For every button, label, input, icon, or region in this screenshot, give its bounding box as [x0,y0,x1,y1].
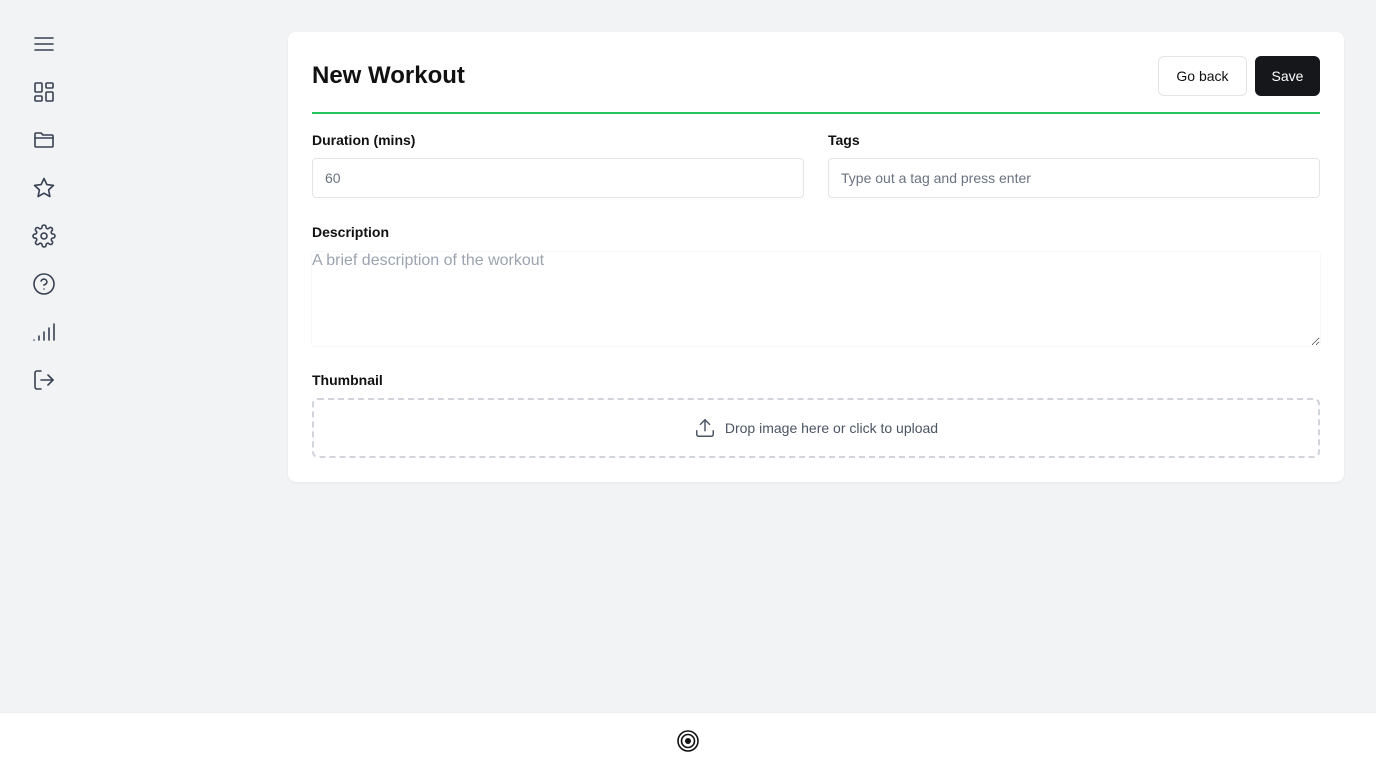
settings-icon[interactable] [32,224,56,248]
header-divider [312,112,1320,114]
help-icon[interactable] [32,272,56,296]
description-label: Description [312,224,390,240]
new-workout-form-card: New Workout Go back Save Duration (mins)… [288,32,1344,482]
footer [0,712,1376,768]
duration-label: Duration (mins) [312,132,416,148]
page-title: New Workout [312,62,465,89]
dashboard-icon[interactable] [32,80,56,104]
duration-input[interactable] [312,158,804,198]
thumbnail-label: Thumbnail [312,372,383,388]
signal-icon[interactable] [32,320,56,344]
tags-input[interactable] [828,158,1320,198]
sidebar [0,0,88,712]
logout-icon[interactable] [32,368,56,392]
go-back-button[interactable]: Go back [1158,56,1247,96]
thumbnail-dropzone[interactable]: Drop image here or click to upload [312,398,1320,458]
dropzone-text: Drop image here or click to upload [724,420,939,436]
description-textarea[interactable] [312,252,1320,346]
target-logo-icon[interactable] [677,730,699,752]
star-icon[interactable] [32,176,56,200]
upload-icon [695,419,714,437]
menu-icon[interactable] [32,32,56,56]
folder-icon[interactable] [32,128,56,152]
save-button[interactable]: Save [1255,56,1320,96]
tags-label: Tags [828,132,860,148]
